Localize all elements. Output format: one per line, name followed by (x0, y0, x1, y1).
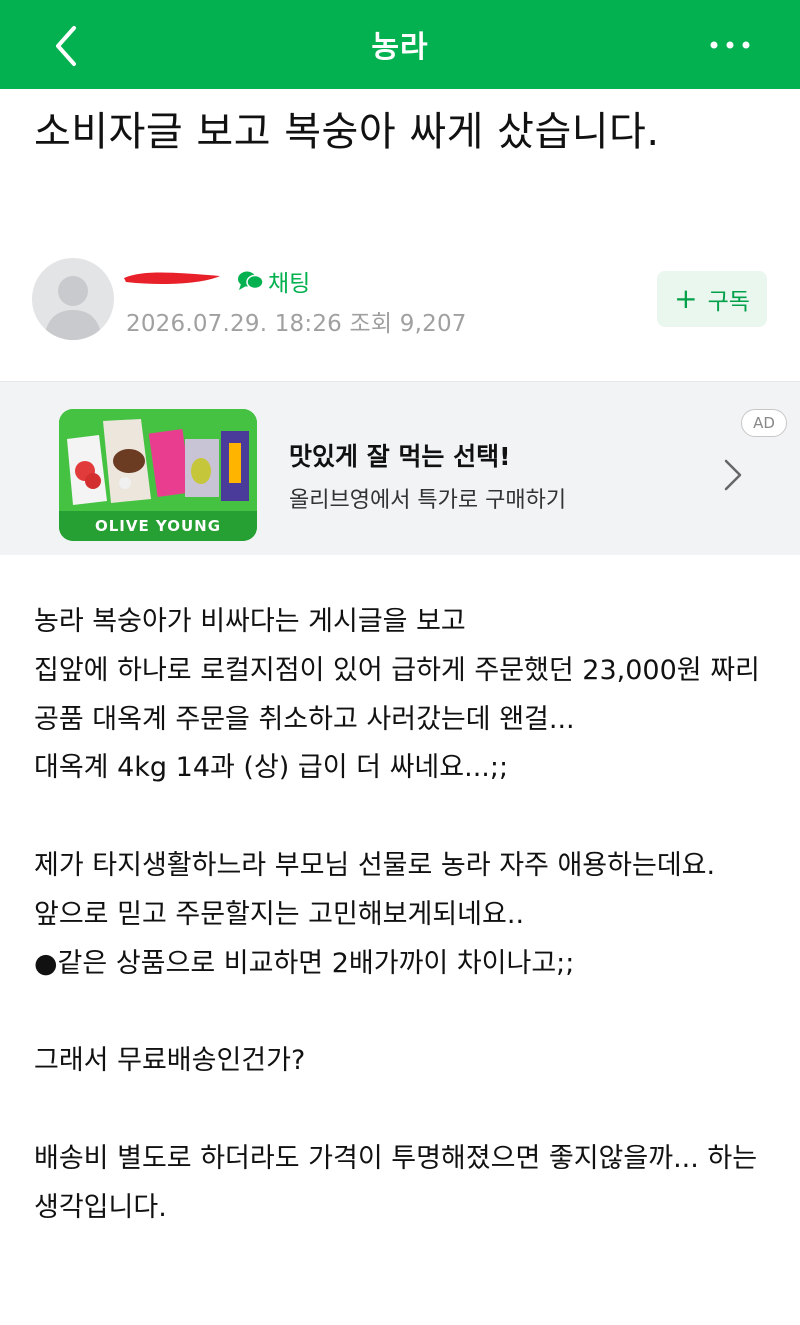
product-illustration (59, 409, 257, 511)
redaction-mark (124, 272, 220, 284)
post-date: 2026.07.29. 18:26 (126, 311, 342, 337)
default-avatar-icon (44, 276, 102, 340)
body-line (34, 793, 774, 842)
chat-link[interactable]: 채팅 (236, 264, 310, 298)
ad-headline: 맛있게 잘 먹는 선택! (289, 442, 511, 471)
views-label: 조회 (349, 311, 393, 337)
app-title: 농라 (371, 30, 429, 65)
subscribe-button[interactable]: + 구독 (657, 271, 767, 327)
ad-banner[interactable]: OLIVE YOUNG 맛있게 잘 먹는 선택! 올리브영에서 특가로 구매하기… (0, 381, 800, 555)
brand-label: OLIVE YOUNG (59, 511, 257, 541)
body-line: 집앞에 하나로 로컬지점이 있어 급하게 주문했던 23,000원 짜리 공품 … (34, 654, 760, 735)
post-title: 소비자글 보고 복숭아 싸게 샀습니다. (34, 109, 660, 155)
body-line (34, 1086, 774, 1135)
post-body: 농라 복숭아가 비싸다는 게시글을 보고 집앞에 하나로 로컬지점이 있어 급하… (34, 598, 774, 1232)
body-line: 앞으로 믿고 주문할지는 고민해보게되네요.. (34, 898, 525, 930)
more-options-button[interactable] (700, 20, 760, 70)
chat-label: 채팅 (268, 271, 311, 297)
ad-subtext: 올리브영에서 특가로 구매하기 (289, 488, 567, 513)
body-line: 제가 타지생활하느라 부모님 선물로 농라 자주 애용하는데요. (34, 849, 716, 881)
more-horizontal-icon (710, 41, 750, 49)
plus-icon: + (674, 282, 698, 315)
post-meta: 2026.07.29. 18:26 조회 9,207 (126, 304, 467, 338)
body-line (34, 988, 774, 1037)
body-line: ●같은 상품으로 비교하면 2배가까이 차이나고;; (34, 947, 575, 979)
ad-badge: AD (741, 409, 787, 437)
views-count: 9,207 (399, 311, 467, 337)
chevron-right-icon[interactable] (718, 455, 748, 495)
body-line: 대옥계 4kg 14과 (상) 급이 더 싸네요...;; (34, 752, 509, 784)
chat-bubble-icon (238, 271, 264, 290)
body-line: 그래서 무료배송인건가? (34, 1045, 306, 1077)
avatar[interactable] (32, 258, 114, 340)
ad-product-image: OLIVE YOUNG (59, 409, 257, 541)
body-line: 배송비 별도로 하더라도 가격이 투명해졌으면 좋지않을까... 하는 생각입니… (34, 1142, 758, 1223)
body-line: 농라 복숭아가 비싸다는 게시글을 보고 (34, 606, 466, 637)
subscribe-label: 구독 (707, 289, 750, 315)
top-app-bar: 농라 (0, 0, 800, 89)
